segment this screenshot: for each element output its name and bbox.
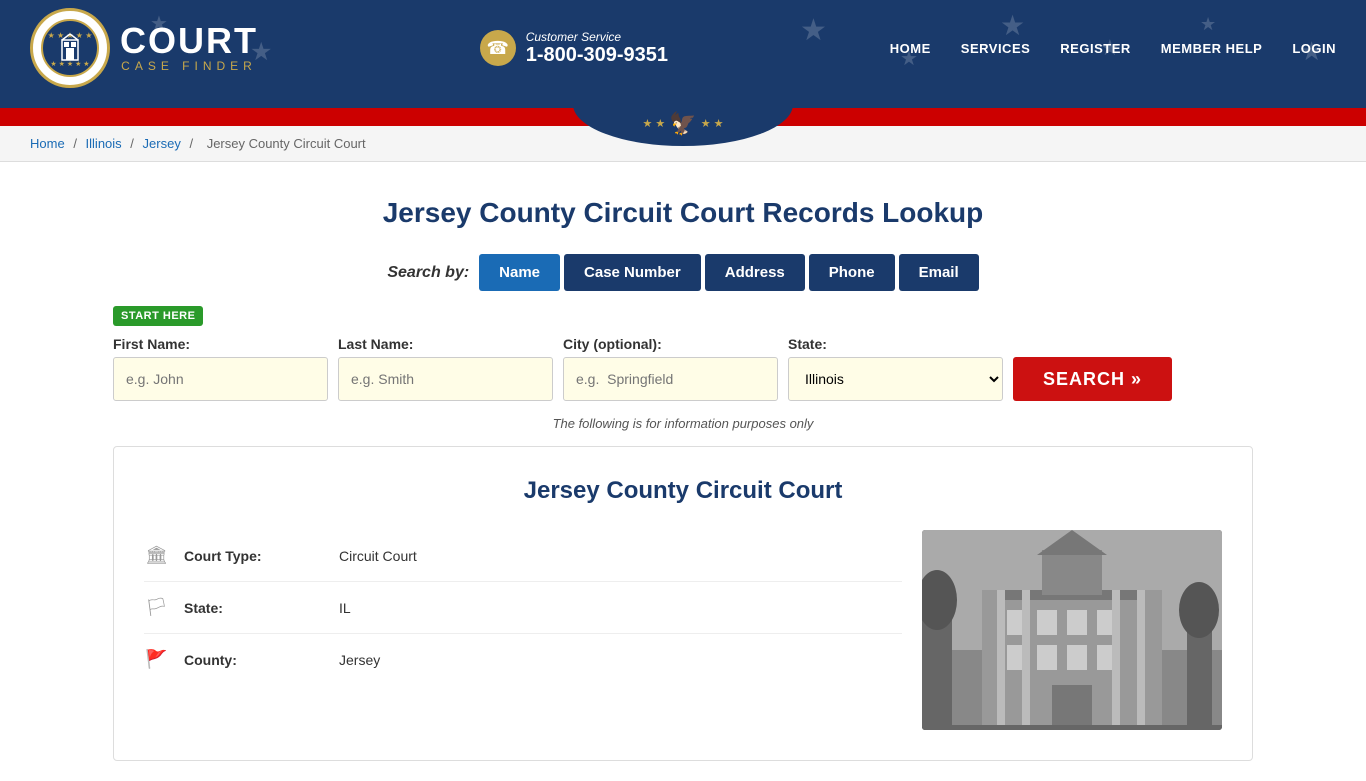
form-container: START HERE First Name: Last Name: City (… <box>113 306 1253 401</box>
cs-number: 1-800-309-9351 <box>526 44 668 67</box>
breadcrumb-current: Jersey County Circuit Court <box>207 136 366 151</box>
state-select[interactable]: IllinoisAlabamaAlaskaArizonaArkansasCali… <box>788 357 1003 401</box>
court-details-layout: 🏛 Court Type: Circuit Court 🏳 State: IL … <box>144 530 1222 730</box>
court-image <box>922 530 1222 730</box>
breadcrumb-sep-2: / <box>130 136 137 151</box>
header-decoration: ★ ★ 🦅 ★ ★ <box>0 96 1366 126</box>
court-type-value: Circuit Court <box>339 548 417 564</box>
last-name-group: Last Name: <box>338 336 553 401</box>
court-type-icon: 🏛 <box>144 545 169 566</box>
state-detail-value: IL <box>339 600 351 616</box>
breadcrumb-jersey[interactable]: Jersey <box>143 136 181 151</box>
logo-court-label: COURT <box>120 23 258 59</box>
customer-service: ☎ Customer Service 1-800-309-9351 <box>480 30 668 67</box>
city-label: City (optional): <box>563 336 778 352</box>
info-note: The following is for information purpose… <box>113 416 1253 431</box>
county-label: County: <box>184 652 324 668</box>
nav-services[interactable]: SERVICES <box>961 41 1031 56</box>
main-nav: HOME SERVICES REGISTER MEMBER HELP LOGIN <box>890 41 1336 56</box>
breadcrumb-sep-1: / <box>73 136 80 151</box>
city-input[interactable] <box>563 357 778 401</box>
search-area: Search by: Name Case Number Address Phon… <box>113 254 1253 291</box>
state-detail-label: State: <box>184 600 324 616</box>
svg-text:★: ★ <box>1000 10 1025 41</box>
first-name-input[interactable] <box>113 357 328 401</box>
tab-phone[interactable]: Phone <box>809 254 895 291</box>
breadcrumb-home[interactable]: Home <box>30 136 65 151</box>
state-group: State: IllinoisAlabamaAlaskaArizonaArkan… <box>788 336 1003 401</box>
court-card: Jersey County Circuit Court 🏛 Court Type… <box>113 446 1253 761</box>
city-group: City (optional): <box>563 336 778 401</box>
detail-row-state: 🏳 State: IL <box>144 582 902 634</box>
tab-email[interactable]: Email <box>899 254 979 291</box>
court-type-label: Court Type: <box>184 548 324 564</box>
svg-text:★ ★ ★ ★ ★: ★ ★ ★ ★ ★ <box>48 31 93 40</box>
county-value: Jersey <box>339 652 380 668</box>
court-details-table: 🏛 Court Type: Circuit Court 🏳 State: IL … <box>144 530 902 685</box>
nav-login[interactable]: LOGIN <box>1292 41 1336 56</box>
tab-case-number[interactable]: Case Number <box>564 254 701 291</box>
svg-text:★: ★ <box>800 14 827 47</box>
tab-address[interactable]: Address <box>705 254 805 291</box>
first-name-group: First Name: <box>113 336 328 401</box>
logo-text: COURT CASE FINDER <box>120 23 258 73</box>
tab-name[interactable]: Name <box>479 254 560 291</box>
county-icon: 🚩 <box>144 649 169 670</box>
nav-register[interactable]: REGISTER <box>1060 41 1130 56</box>
page-title: Jersey County Circuit Court Records Look… <box>113 197 1253 229</box>
breadcrumb-sep-3: / <box>189 136 196 151</box>
start-here-badge: START HERE <box>113 306 203 326</box>
search-button[interactable]: SEARCH » <box>1013 357 1172 401</box>
state-icon: 🏳 <box>144 597 169 618</box>
cs-label: Customer Service <box>526 30 668 44</box>
search-tabs: Name Case Number Address Phone Email <box>479 254 978 291</box>
search-by-label: Search by: <box>387 264 469 282</box>
logo-area: ★ ★ ★ ★ ★ ★ ★ ★ ★ ★ COURT CASE FINDER <box>30 8 258 88</box>
nav-home[interactable]: HOME <box>890 41 931 56</box>
court-card-title: Jersey County Circuit Court <box>144 477 1222 505</box>
svg-text:★: ★ <box>1200 14 1216 34</box>
state-label: State: <box>788 336 1003 352</box>
logo-badge: ★ ★ ★ ★ ★ ★ ★ ★ ★ ★ <box>30 8 110 88</box>
detail-row-type: 🏛 Court Type: Circuit Court <box>144 530 902 582</box>
eagle-stars: ★ ★ 🦅 ★ ★ <box>643 111 724 137</box>
last-name-label: Last Name: <box>338 336 553 352</box>
logo-case-finder-label: CASE FINDER <box>120 59 258 73</box>
search-form: First Name: Last Name: City (optional): … <box>113 336 1253 401</box>
first-name-label: First Name: <box>113 336 328 352</box>
site-header: ★ ★ ★ ★ ★ ★ ★ ★ ★ ★ ★ ★ ★ ★ ★ ★ ★ ★ ★ CO… <box>0 0 1366 96</box>
detail-row-county: 🚩 County: Jersey <box>144 634 902 685</box>
main-content: Jersey County Circuit Court Records Look… <box>83 162 1283 781</box>
nav-member-help[interactable]: MEMBER HELP <box>1161 41 1263 56</box>
phone-icon: ☎ <box>480 30 516 66</box>
cs-text: Customer Service 1-800-309-9351 <box>526 30 668 67</box>
last-name-input[interactable] <box>338 357 553 401</box>
svg-text:★ ★ ★ ★ ★: ★ ★ ★ ★ ★ <box>50 60 89 68</box>
breadcrumb-illinois[interactable]: Illinois <box>86 136 122 151</box>
